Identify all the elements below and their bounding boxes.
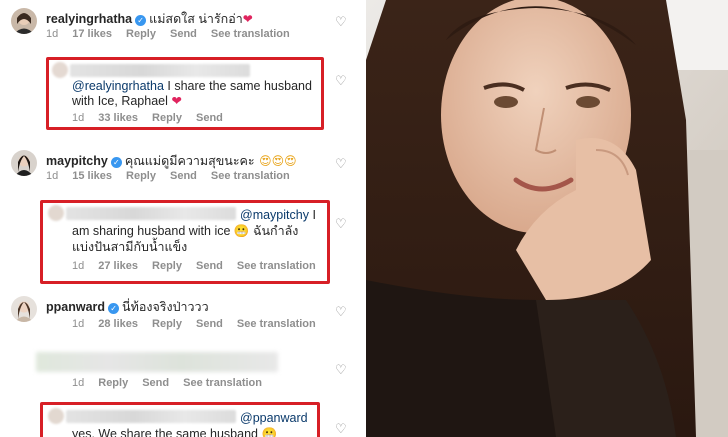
comment-meta: 1d 28 likes Reply Send See translation <box>72 318 330 330</box>
comment-maypitchy: maypitchy ✓ คุณแม่ดูมีความสุขนะคะ 😍😍😍 1d 15… <box>0 148 366 188</box>
mention-link[interactable]: @ppanward <box>240 411 308 425</box>
timestamp: 1d <box>46 170 59 182</box>
see-translation-button[interactable]: See translation <box>237 318 316 330</box>
reply-text: yes. We share the same husband <box>72 427 258 437</box>
like-heart-icon[interactable]: ♡ <box>335 363 348 376</box>
reply-comment: @ppanward yes. We share the same husband… <box>0 408 366 437</box>
mention-link[interactable]: @maypitchy <box>240 208 309 222</box>
likes-count[interactable]: 27 likes <box>98 260 138 272</box>
redacted-username <box>66 207 236 220</box>
grimacing-face-emoji: 😬 <box>233 224 250 238</box>
comment-meta: 1d 33 likes Reply Send <box>72 112 237 124</box>
like-heart-icon[interactable]: ♡ <box>335 305 348 318</box>
redacted-comment: 1d Reply Send See translation ♡ <box>0 350 366 390</box>
redacted-username <box>66 410 236 423</box>
see-translation-button[interactable]: See translation <box>237 260 316 272</box>
reply-text-2: am sharing husband with ice <box>72 224 231 238</box>
redacted-content <box>36 352 278 372</box>
see-translation-button[interactable]: See translation <box>211 170 290 182</box>
comment-ppanward: ppanward ✓ นี่ท้องจริงป่าววว 1d 28 likes Rep… <box>0 294 366 334</box>
avatar[interactable] <box>52 62 68 78</box>
comment-meta: 1d 17 likes Reply Send See translation <box>46 28 304 40</box>
send-button[interactable]: Send <box>170 170 197 182</box>
verified-badge-icon: ✓ <box>110 157 122 168</box>
comment-meta: 1d 27 likes Reply Send See translation <box>72 260 330 272</box>
send-button[interactable]: Send <box>196 260 223 272</box>
reply-button[interactable]: Reply <box>126 28 156 40</box>
comment-text: คุณแม่ดูมีความสุขนะคะ <box>124 154 255 168</box>
reply-text: I <box>312 208 316 222</box>
red-heart-emoji: ❤ <box>242 12 253 26</box>
comment-meta: 1d Reply Send See translation <box>72 377 276 389</box>
send-button[interactable]: Send <box>142 377 169 389</box>
portrait-image <box>366 0 728 437</box>
send-button[interactable]: Send <box>170 28 197 40</box>
verified-badge-icon: ✓ <box>108 303 120 314</box>
timestamp: 1d <box>72 377 85 389</box>
comment-meta: 1d 15 likes Reply Send See translation <box>46 170 304 182</box>
like-heart-icon[interactable]: ♡ <box>335 157 348 170</box>
comment-text: นี่ท้องจริงป่าววว <box>122 300 209 314</box>
reply-button[interactable]: Reply <box>152 112 182 124</box>
avatar[interactable] <box>48 408 64 424</box>
reply-comment: @maypitchy I am sharing husband with ice… <box>0 205 366 281</box>
likes-count[interactable]: 33 likes <box>98 112 138 124</box>
username[interactable]: ppanward <box>46 300 105 314</box>
username[interactable]: maypitchy <box>46 154 108 168</box>
avatar[interactable] <box>11 296 37 322</box>
verified-badge-icon: ✓ <box>135 15 147 26</box>
grimacing-face-emoji: 😬 <box>261 427 278 437</box>
like-heart-icon[interactable]: ♡ <box>335 15 348 28</box>
redacted-username <box>70 64 250 77</box>
reply-button[interactable]: Reply <box>98 377 128 389</box>
reply-comment: @realyingrhatha I share the same husband… <box>0 62 366 128</box>
timestamp: 1d <box>46 28 59 40</box>
comments-panel: realyingrhatha ✓ แม่สดใส น่ารักอ่า❤ 1d 17 l… <box>0 0 366 437</box>
reply-text: I share the same husband <box>167 79 312 93</box>
timestamp: 1d <box>72 260 85 272</box>
comment-text: แม่สดใส น่ารักอ่า <box>149 12 243 26</box>
username[interactable]: realyingrhatha <box>46 12 132 26</box>
avatar[interactable] <box>48 205 64 221</box>
likes-count[interactable]: 17 likes <box>72 28 112 40</box>
see-translation-button[interactable]: See translation <box>183 377 262 389</box>
likes-count[interactable]: 15 likes <box>72 170 112 182</box>
timestamp: 1d <box>72 318 85 330</box>
send-button[interactable]: Send <box>196 112 223 124</box>
like-heart-icon[interactable]: ♡ <box>335 74 348 87</box>
timestamp: 1d <box>72 112 85 124</box>
avatar[interactable] <box>11 8 37 34</box>
reply-text-2: with Ice, Raphael <box>72 94 168 108</box>
comment-realyingrhatha: realyingrhatha ✓ แม่สดใส น่ารักอ่า❤ 1d 17 l… <box>0 6 366 46</box>
avatar[interactable] <box>11 150 37 176</box>
smiling-face-heart-eyes-emoji: 😍😍😍 <box>259 154 297 168</box>
reply-button[interactable]: Reply <box>152 318 182 330</box>
see-translation-button[interactable]: See translation <box>211 28 290 40</box>
mention-link[interactable]: @realyingrhatha <box>72 79 164 93</box>
reply-text-3: แบ่งปันสามีกับน้ำแข็ง <box>72 240 188 254</box>
like-heart-icon[interactable]: ♡ <box>335 217 348 230</box>
reply-button[interactable]: Reply <box>152 260 182 272</box>
send-button[interactable]: Send <box>196 318 223 330</box>
likes-count[interactable]: 28 likes <box>98 318 138 330</box>
reply-text-thai: ฉันกำลัง <box>252 224 299 238</box>
like-heart-icon[interactable]: ♡ <box>335 422 348 435</box>
selfie-photo <box>366 0 728 437</box>
red-heart-emoji: ❤ <box>171 94 182 108</box>
reply-button[interactable]: Reply <box>126 170 156 182</box>
